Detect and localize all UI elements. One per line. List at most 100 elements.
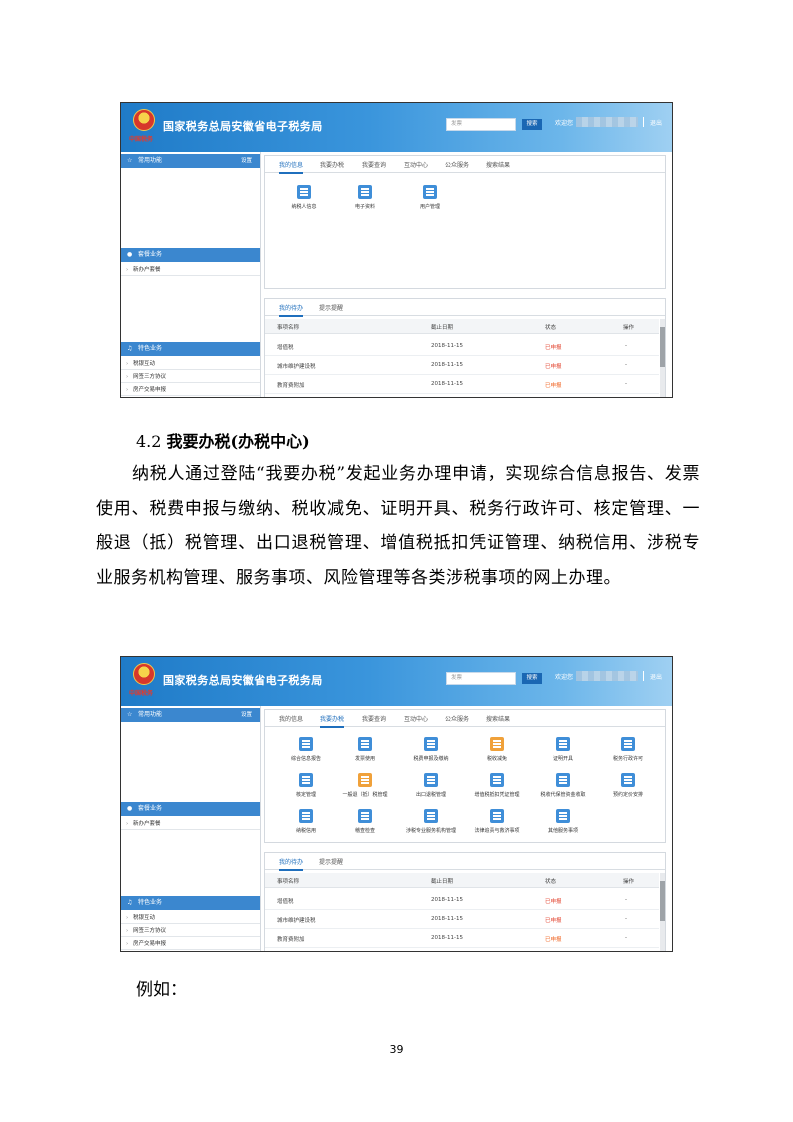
service-label: 税收减免 (486, 756, 507, 762)
sidebar: ☆ 常用功能 设置 ● 套餐业务 新办户套餐 ♫ 特色业务 税银互动 网签三方协议 房… (121, 152, 261, 397)
sidebar: ☆ 常用功能 设置 ● 套餐业务 新办户套餐 ♫ 特色业务 税银互动 网签三方协议 房… (121, 706, 261, 951)
sidebar-head-special[interactable]: ♫ 特色业务 (121, 342, 260, 356)
scrollbar[interactable] (660, 873, 665, 951)
setting-link[interactable]: 设置 (241, 708, 252, 722)
service-e-docs[interactable]: 电子资料 (332, 185, 398, 210)
table-row[interactable]: 教育费附加 2018-11-15 已申报 - (265, 929, 659, 948)
table-row[interactable]: 城市维护建设税 2018-11-15 已申报 - (265, 910, 659, 929)
todo-panel: 我的待办 提示提醒 事项名称 截止日期 状态 操作 增值税 2018-11-15… (264, 852, 666, 951)
sidebar-item-new-package[interactable]: 新办户套餐 (121, 818, 260, 830)
tab-my-info[interactable]: 我的信息 (279, 160, 304, 174)
service-inspection[interactable]: 稽查检查 (332, 809, 398, 834)
table-row[interactable]: 增值税 2018-11-15 已申报 - (265, 891, 659, 910)
custody-icon (556, 773, 570, 787)
tab-my-todo[interactable]: 我的待办 (279, 303, 304, 317)
scrollbar-thumb[interactable] (660, 881, 665, 921)
sidebar-item-tripartite[interactable]: 网签三方协议 (121, 925, 260, 937)
divider (643, 117, 644, 127)
service-tax-relief[interactable]: 税收减免 (464, 737, 530, 762)
service-pricing[interactable]: 预约定价安排 (595, 773, 661, 798)
sidebar-item-property[interactable]: 房产交易申报 (121, 384, 260, 396)
search-button[interactable]: 搜索 (522, 119, 542, 130)
scrollbar[interactable] (660, 319, 665, 397)
table-row[interactable]: 增值税 2018-11-15 已申报 - (265, 337, 659, 356)
service-fund-custody[interactable]: 税收代保管资金收取 (530, 773, 596, 798)
service-vat-deduction[interactable]: 增值税抵扣凭证管理 (464, 773, 530, 798)
tab-do-tax[interactable]: 我要办税 (320, 714, 345, 728)
row-action[interactable]: - (625, 897, 627, 903)
sidebar-item-property[interactable]: 房产交易申报 (121, 938, 260, 950)
row-action[interactable]: - (625, 362, 627, 368)
logout-link[interactable]: 退出 (650, 118, 662, 127)
service-label: 预约定价安排 (612, 792, 643, 798)
search-input[interactable]: 发票 (446, 118, 516, 131)
tab-interaction[interactable]: 互动中心 (404, 714, 428, 723)
row-name: 城市维护建设税 (277, 918, 316, 924)
tab-search-results[interactable]: 搜索结果 (486, 714, 510, 723)
service-user-mgmt[interactable]: 用户管理 (397, 185, 463, 210)
row-action[interactable]: - (625, 343, 627, 349)
table-row[interactable]: 教育费附加 2018-11-15 已申报 - (265, 375, 659, 394)
tab-query[interactable]: 我要查询 (362, 714, 386, 723)
status-badge: 已申报 (545, 383, 562, 389)
service-taxpayer-info[interactable]: 纳税人信息 (271, 185, 337, 210)
section-number: 4.2 (136, 432, 162, 451)
service-info-report[interactable]: 综合信息报告 (273, 737, 339, 762)
bell-icon: ♫ (127, 345, 133, 352)
service-label: 其他服务事项 (547, 828, 578, 834)
service-label: 综合信息报告 (290, 756, 321, 762)
sidebar-head-common[interactable]: ☆ 常用功能 设置 (121, 708, 260, 722)
logout-link[interactable]: 退出 (650, 672, 662, 681)
status-badge: 已申报 (545, 364, 562, 370)
tab-do-tax[interactable]: 我要办税 (320, 160, 344, 169)
service-refund[interactable]: 一般退（抵）税管理 (332, 773, 398, 798)
tab-reminders[interactable]: 提示提醒 (319, 303, 343, 312)
tab-my-todo[interactable]: 我的待办 (279, 857, 304, 871)
service-label: 稽查检查 (354, 828, 375, 834)
service-export-refund[interactable]: 出口退税管理 (398, 773, 464, 798)
service-certificate[interactable]: 证明开具 (530, 737, 596, 762)
sidebar-item-bank-tax[interactable]: 税银互动 (121, 912, 260, 924)
tab-search-results[interactable]: 搜索结果 (486, 160, 510, 169)
tax-emblem-icon (133, 109, 155, 131)
package-icon: ● (127, 805, 133, 812)
user-greeting: 欢迎您 (555, 674, 574, 681)
row-deadline: 2018-11-15 (431, 916, 463, 922)
table-row[interactable]: 城市维护建设税 2018-11-15 已申报 - (265, 356, 659, 375)
service-verification[interactable]: 核定管理 (273, 773, 339, 798)
search-button[interactable]: 搜索 (522, 673, 542, 684)
row-action[interactable]: - (625, 916, 627, 922)
service-label: 法律追责与救济事项 (474, 828, 520, 834)
sidebar-item-bank-tax[interactable]: 税银互动 (121, 358, 260, 370)
todo-panel: 我的待办 提示提醒 事项名称 截止日期 状态 操作 增值税 2018-11-15… (264, 298, 666, 397)
status-badge: 已申报 (545, 937, 562, 943)
search-input[interactable]: 发票 (446, 672, 516, 685)
sidebar-head-package[interactable]: ● 套餐业务 (121, 248, 260, 262)
sidebar-head-package[interactable]: ● 套餐业务 (121, 802, 260, 816)
portal-banner: 中国税务 国家税务总局安徽省电子税务局 发票 搜索 欢迎您 退出 (121, 657, 672, 706)
sidebar-item-tripartite[interactable]: 网签三方协议 (121, 371, 260, 383)
row-action[interactable]: - (625, 381, 627, 387)
service-legal[interactable]: 法律追责与救济事项 (464, 809, 530, 834)
screenshot-my-info: 中国税务 国家税务总局安徽省电子税务局 发票 搜索 欢迎您 退出 ☆ 常用功能 设… (120, 102, 673, 398)
section-heading: 4.2 我要办税(办税中心) (136, 428, 310, 452)
service-agency-mgmt[interactable]: 涉税专业服务机构管理 (398, 809, 464, 834)
scrollbar-thumb[interactable] (660, 327, 665, 367)
tab-interaction[interactable]: 互动中心 (404, 160, 428, 169)
star-icon: ☆ (127, 711, 133, 718)
tab-public[interactable]: 公众服务 (445, 160, 469, 169)
service-admin-license[interactable]: 税务行政许可 (595, 737, 661, 762)
sidebar-head-special[interactable]: ♫ 特色业务 (121, 896, 260, 910)
service-declare-pay[interactable]: 税费申报及缴纳 (398, 737, 464, 762)
tab-reminders[interactable]: 提示提醒 (319, 857, 343, 866)
sidebar-item-new-package[interactable]: 新办户套餐 (121, 264, 260, 276)
setting-link[interactable]: 设置 (241, 154, 252, 168)
tab-my-info[interactable]: 我的信息 (279, 714, 303, 723)
tab-query[interactable]: 我要查询 (362, 160, 386, 169)
service-other[interactable]: 其他服务事项 (530, 809, 596, 834)
sidebar-head-common[interactable]: ☆ 常用功能 设置 (121, 154, 260, 168)
tab-public[interactable]: 公众服务 (445, 714, 469, 723)
row-action[interactable]: - (625, 935, 627, 941)
service-invoice[interactable]: 发票使用 (332, 737, 398, 762)
service-credit[interactable]: 纳税信用 (273, 809, 339, 834)
